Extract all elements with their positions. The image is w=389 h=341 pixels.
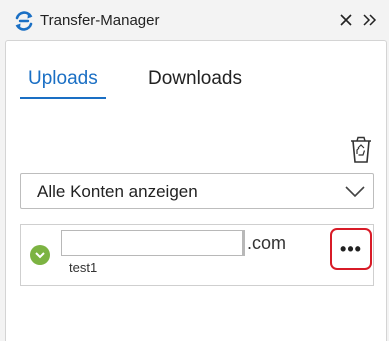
close-button[interactable] [336, 10, 356, 30]
transfer-manager-icon [15, 11, 33, 31]
account-list-item[interactable]: .com test1 ••• [20, 224, 374, 286]
status-ok-icon [30, 245, 50, 265]
tab-downloads[interactable]: Downloads [148, 67, 242, 91]
active-tab-indicator [20, 97, 106, 99]
more-options-button[interactable]: ••• [330, 228, 372, 270]
account-email-domain: .com [247, 233, 287, 253]
recycle-bin-icon [351, 136, 371, 163]
redacted-email [61, 230, 245, 256]
account-filter-select[interactable]: Alle Konten anzeigen [20, 173, 374, 209]
title-bar: Transfer-Manager [0, 0, 389, 40]
transfer-panel: Uploads Downloads Alle Konten anzeigen .… [5, 40, 387, 341]
close-icon [340, 14, 352, 26]
clear-button[interactable] [348, 135, 374, 165]
expand-button[interactable] [360, 10, 380, 30]
account-name: test1 [69, 260, 98, 275]
double-chevron-right-icon [363, 14, 377, 26]
window-title: Transfer-Manager [40, 12, 160, 29]
chevron-down-icon [345, 186, 365, 198]
tab-uploads[interactable]: Uploads [28, 67, 98, 91]
account-filter-value: Alle Konten anzeigen [37, 182, 198, 201]
